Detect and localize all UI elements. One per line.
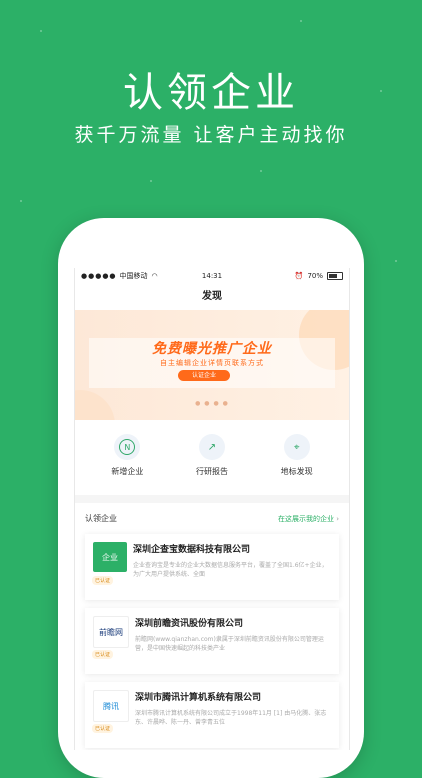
company-logo: 企业 — [93, 542, 127, 572]
hero-title: 认领企业 — [123, 70, 299, 116]
shortcut-label: 地标发现 — [280, 467, 313, 476]
report-icon: ↗ — [198, 434, 225, 460]
chevron-right-icon: › — [336, 514, 339, 523]
new-company-icon: N — [114, 434, 141, 460]
company-card[interactable]: 企业 已认证 深圳企查宝数据科技有限公司 企业查询宝是专业的企业大数据信息服务平… — [85, 534, 339, 600]
banner-title: 免费曝光推广企业 — [152, 341, 272, 357]
status-time: 14:31 — [201, 272, 223, 280]
location-icon: ⌖ — [283, 434, 310, 460]
promo-banner[interactable]: 免费曝光推广企业 自主编辑企业详情页联系方式 认证企业 ● ● ● ● — [75, 310, 349, 420]
verified-badge: 已认证 — [92, 576, 114, 585]
company-card[interactable]: 腾讯 已认证 深圳市腾讯计算机系统有限公司 深圳市腾讯计算机系统有限公司成立于1… — [85, 682, 339, 748]
verified-badge: 已认证 — [92, 650, 114, 659]
page-title: 发现 — [202, 291, 222, 302]
hero-subtitle: 获千万流量 让客户主动找你 — [74, 124, 348, 146]
company-name: 深圳企查宝数据科技有限公司 — [133, 545, 251, 555]
section-title: 认领企业 — [85, 514, 117, 523]
company-logo: 前瞻网 — [93, 616, 129, 648]
show-my-company-link[interactable]: 在这展示我的企业 › — [278, 514, 339, 524]
divider — [75, 495, 349, 503]
shortcut-row: N 新增企业 ↗ 行研报告 ⌖ 地标发现 — [75, 420, 349, 485]
verified-badge: 已认证 — [92, 724, 114, 733]
banner-subtitle: 自主编辑企业详情页联系方式 — [160, 359, 264, 367]
company-description: 前瞻网(www.qianzhan.com)隶属于深圳前瞻资讯股份有限公司管理运营… — [135, 636, 324, 652]
company-logo: 腾讯 — [93, 690, 129, 722]
shortcut-label: 行研报告 — [195, 467, 228, 476]
company-description: 深圳市腾讯计算机系统有限公司成立于1998年11月 [1] 由马化腾、张志东、许… — [135, 710, 327, 726]
section-header: 认领企业 在这展示我的企业 › — [75, 503, 349, 530]
shortcut-label: 新增企业 — [111, 467, 144, 476]
status-bar: ●●●●● 中国移动 ◠ 14:31 ⏰ 70% — [75, 268, 349, 284]
company-card[interactable]: 前瞻网 已认证 深圳前瞻资讯股份有限公司 前瞻网(www.qianzhan.co… — [85, 608, 339, 674]
shortcut-new-company[interactable]: N 新增企业 — [92, 434, 162, 477]
verify-company-button[interactable]: 认证企业 — [178, 370, 230, 381]
shortcut-research-report[interactable]: ↗ 行研报告 — [177, 434, 247, 477]
company-name: 深圳前瞻资讯股份有限公司 — [135, 619, 244, 629]
shortcut-landmark[interactable]: ⌖ 地标发现 — [262, 434, 332, 477]
company-name: 深圳市腾讯计算机系统有限公司 — [135, 693, 262, 703]
phone-screen: ●●●●● 中国移动 ◠ 14:31 ⏰ 70% 发现 免费曝光推广企业 自主编… — [74, 268, 350, 750]
battery-icon — [327, 272, 343, 280]
banner-pager[interactable]: ● ● ● ● — [75, 400, 349, 407]
company-description: 企业查询宝是专业的企业大数据信息服务平台，覆盖了全国1.6亿+企业，为广大用户提… — [133, 562, 328, 578]
